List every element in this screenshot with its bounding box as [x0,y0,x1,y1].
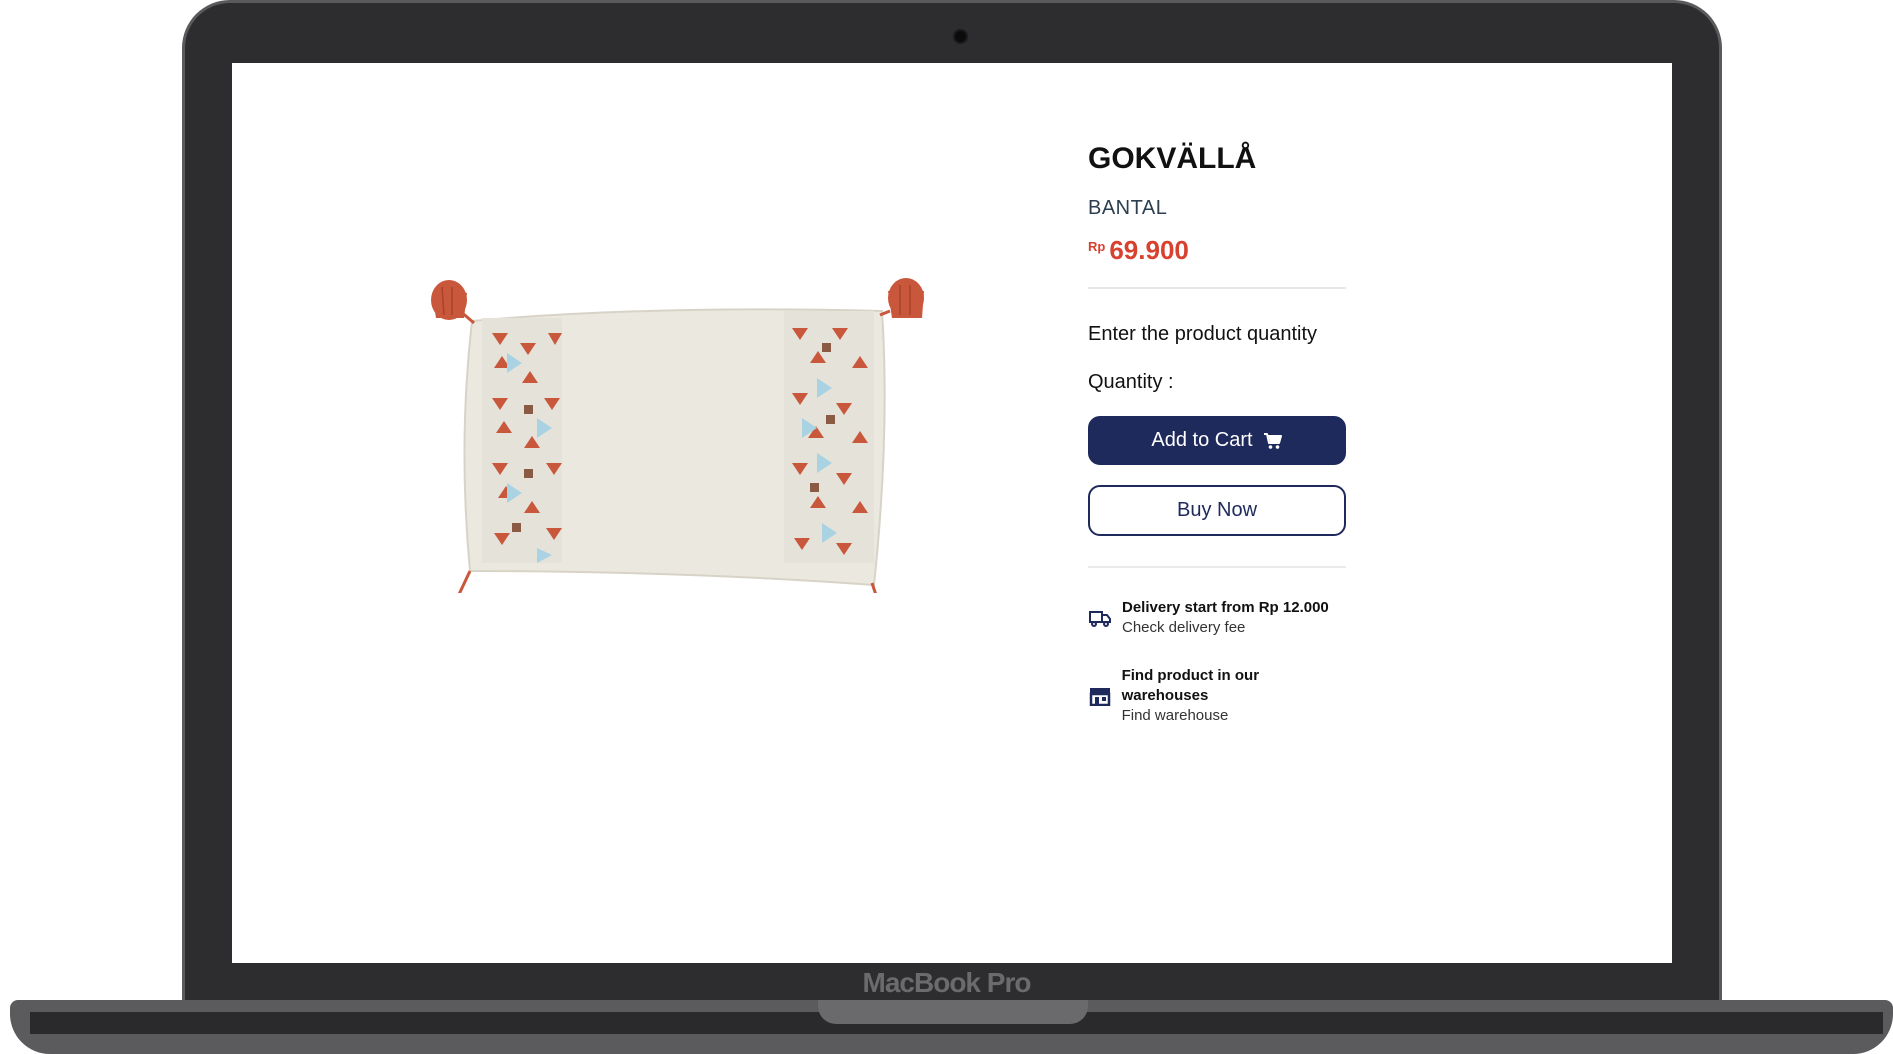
add-to-cart-button[interactable]: Add to Cart [1088,416,1346,465]
price-currency: Rp [1088,239,1106,254]
delivery-subtitle[interactable]: Check delivery fee [1122,618,1329,638]
screen: GOKVÄLLÅ BANTAL Rp 69.900 Enter the prod… [232,63,1672,963]
brand-label: MacBook Pro [862,967,1032,998]
product-details: GOKVÄLLÅ BANTAL Rp 69.900 Enter the prod… [1088,139,1346,726]
price: Rp 69.900 [1088,235,1346,265]
delivery-title: Delivery start from Rp 12.000 [1122,599,1329,616]
product-category: BANTAL [1088,197,1168,219]
divider [1088,287,1346,289]
laptop-base [10,1000,1893,1054]
add-to-cart-label: Add to Cart [1151,429,1253,451]
product-name: GOKVÄLLÅ [1088,142,1257,175]
cushion-image [422,278,924,638]
laptop-mockup: GOKVÄLLÅ BANTAL Rp 69.900 Enter the prod… [0,0,1893,1054]
warehouse-title: Find product in our warehouses [1121,667,1260,704]
quantity-heading: Enter the product quantity [1088,323,1318,345]
quantity-label: Quantity : [1088,371,1174,393]
delivery-info: Delivery start from Rp 12.000 Check deli… [1088,598,1346,638]
cart-icon [1263,432,1283,450]
warehouse-subtitle[interactable]: Find warehouse [1122,706,1346,726]
webcam-icon [953,29,968,44]
warehouse-info: Find product in our warehouses Find ware… [1088,666,1346,726]
delivery-truck-icon [1088,606,1112,630]
store-icon [1088,684,1112,708]
product-image [412,193,932,638]
price-value: 69.900 [1109,235,1189,265]
divider [1088,566,1346,568]
buy-now-button[interactable]: Buy Now [1088,485,1346,536]
laptop-base-notch [818,1000,1088,1024]
